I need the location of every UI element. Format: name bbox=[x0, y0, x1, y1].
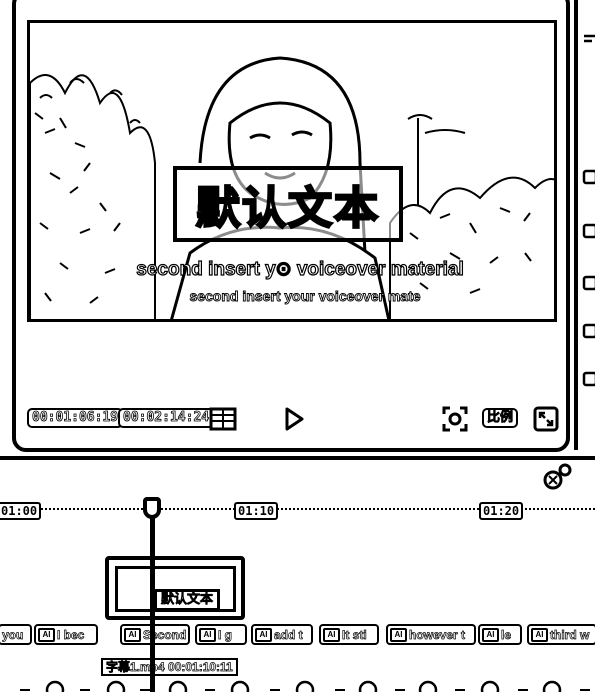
video-preview[interactable]: 默认文本 second insert y⊙ voiceover material… bbox=[27, 20, 557, 322]
text-clip-icon: AI bbox=[199, 627, 216, 642]
subtitle-secondary[interactable]: second insert your voiceover mate bbox=[120, 288, 490, 305]
total-timecode: 00:02:14:24 bbox=[118, 408, 215, 428]
text-clip[interactable]: AI however t bbox=[386, 624, 476, 645]
text-clip[interactable]: AI Second bbox=[120, 624, 190, 645]
panel-divider[interactable] bbox=[0, 456, 595, 460]
fullscreen-icon[interactable] bbox=[533, 406, 559, 432]
magic-wand-icon[interactable] bbox=[541, 462, 573, 492]
title-text: 默认文本 bbox=[195, 182, 380, 236]
title-text-overlay[interactable]: 默认文本 bbox=[173, 166, 403, 242]
text-clip[interactable]: AI It sti bbox=[319, 624, 379, 645]
playhead-handle[interactable] bbox=[143, 497, 161, 519]
text-clip[interactable]: AI I bec bbox=[34, 624, 98, 645]
current-timecode: 00:01:06:19 bbox=[27, 408, 124, 428]
text-clip-icon: AI bbox=[124, 627, 141, 642]
text-clip-icon: AI bbox=[38, 627, 55, 642]
ratio-button[interactable]: 比例 bbox=[482, 408, 519, 428]
text-clip[interactable]: you bbox=[0, 624, 32, 645]
text-clip[interactable]: AI add t bbox=[251, 624, 313, 645]
side-tool-icon[interactable] bbox=[582, 222, 595, 240]
side-tool-icon[interactable] bbox=[582, 274, 595, 292]
camera-snapshot-icon[interactable] bbox=[442, 406, 468, 432]
text-clip-icon: AI bbox=[531, 627, 548, 642]
main-track-clip-label[interactable]: 字幕1.mp4 00:01:10:11 bbox=[101, 658, 238, 676]
text-clip-icon: AI bbox=[323, 627, 340, 642]
ruler-label: 01:10 bbox=[234, 502, 279, 520]
text-clip-icon: AI bbox=[255, 627, 272, 642]
playhead-line bbox=[150, 510, 155, 692]
overlay-text-chip[interactable]: 默认文本 bbox=[154, 589, 221, 611]
text-clip-icon: AI bbox=[482, 627, 499, 642]
list-icon[interactable] bbox=[209, 406, 237, 432]
play-icon[interactable] bbox=[281, 406, 307, 432]
player-controls: 00:01:06:19 00:02:14:24 比例 bbox=[0, 403, 595, 433]
text-clip[interactable]: AI I g bbox=[195, 624, 247, 645]
side-tool-icon[interactable] bbox=[582, 370, 595, 388]
audio-waveform bbox=[0, 678, 595, 692]
text-clip[interactable]: AI third w bbox=[527, 624, 595, 645]
timeline-ruler[interactable]: 01:00 01:10 01:20 bbox=[0, 498, 595, 526]
ruler-label: 01:20 bbox=[479, 502, 524, 520]
text-clip[interactable]: AI le bbox=[478, 624, 522, 645]
text-track: you AI I bec AI Second AI I g AI add t AI It … bbox=[0, 624, 595, 646]
side-tool-icon[interactable] bbox=[582, 322, 595, 340]
subtitle-primary[interactable]: second insert y⊙ voiceover material bbox=[120, 258, 480, 281]
text-clip-icon: AI bbox=[390, 627, 407, 642]
ruler-label: 01:00 bbox=[0, 502, 42, 520]
side-tool-icon[interactable] bbox=[582, 32, 595, 50]
side-tool-icon[interactable] bbox=[582, 168, 595, 186]
